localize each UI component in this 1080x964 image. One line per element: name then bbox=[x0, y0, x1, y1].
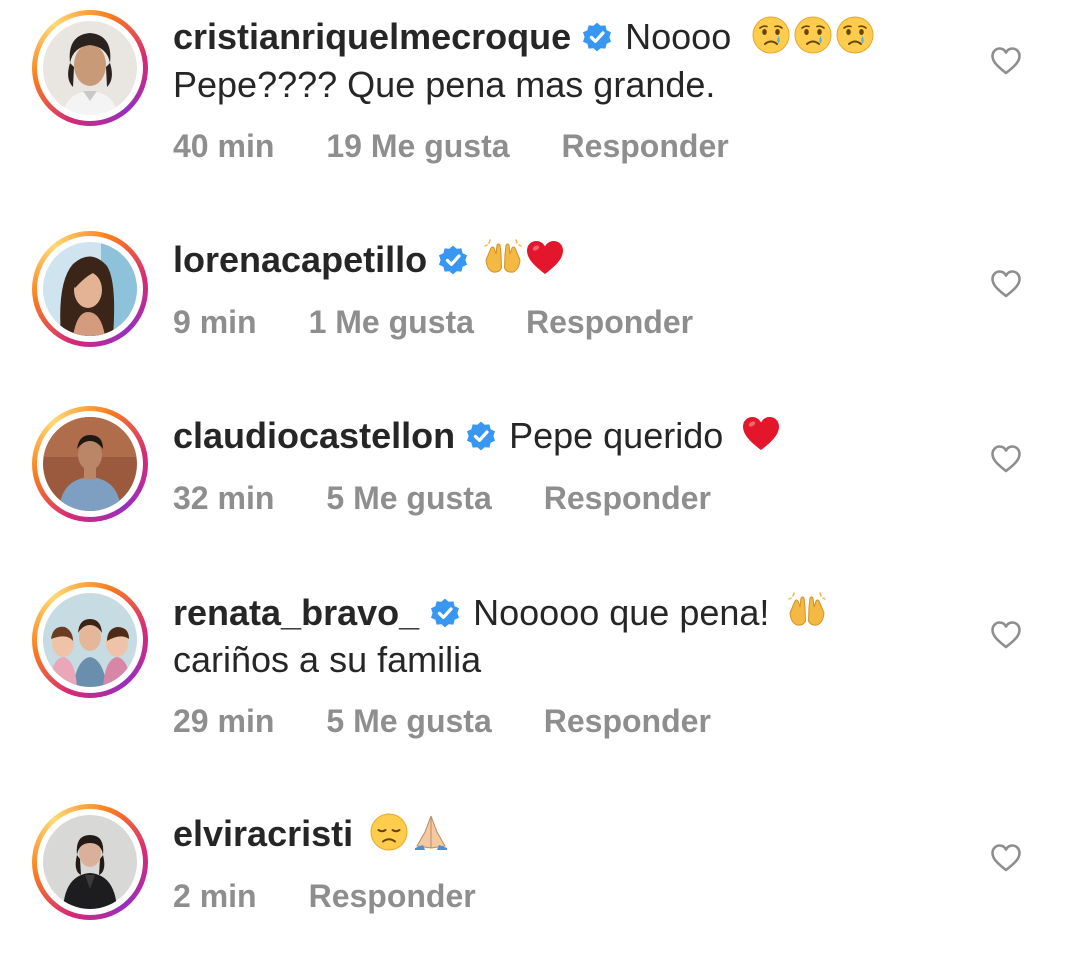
comment-time: 9 min bbox=[173, 304, 257, 340]
comment-meta: 32 min 5 Me gusta Responder bbox=[173, 478, 763, 518]
raising-hands-emoji bbox=[787, 591, 827, 631]
comment-username[interactable]: renata_bravo_ bbox=[173, 592, 419, 633]
comment-line: renata_bravo_ Nooooo que pena! bbox=[173, 590, 827, 636]
avatar-story-ring[interactable] bbox=[32, 406, 148, 522]
comment-line: elviracristi bbox=[173, 811, 451, 857]
comment-time: 2 min bbox=[173, 878, 257, 914]
red-heart-emoji bbox=[741, 414, 781, 454]
likes-count-link[interactable]: 5 Me gusta bbox=[326, 703, 491, 739]
comment-username[interactable]: lorenacapetillo bbox=[173, 239, 427, 280]
verified-badge-icon bbox=[465, 420, 497, 452]
avatar[interactable] bbox=[43, 815, 137, 909]
likes-count-link[interactable]: 19 Me gusta bbox=[326, 128, 509, 164]
verified-badge-icon bbox=[581, 21, 613, 53]
comment-meta: 9 min 1 Me gusta Responder bbox=[173, 302, 745, 342]
avatar-story-ring[interactable] bbox=[32, 804, 148, 920]
red-heart-emoji bbox=[525, 238, 565, 278]
reply-button[interactable]: Responder bbox=[544, 480, 711, 516]
reply-button[interactable]: Responder bbox=[562, 128, 729, 164]
verified-badge-icon bbox=[429, 597, 461, 629]
comment-meta: 2 min Responder bbox=[173, 876, 528, 916]
comment-text-continued: cariños a su familia bbox=[173, 639, 482, 680]
folded-hands-emoji bbox=[411, 812, 451, 852]
avatar[interactable] bbox=[43, 21, 137, 115]
crying-face-emoji bbox=[793, 15, 833, 55]
like-heart-icon[interactable] bbox=[990, 444, 1022, 474]
comment-text: Noooo bbox=[625, 16, 732, 57]
crying-face-emoji bbox=[835, 15, 875, 55]
comment-meta: 40 min 19 Me gusta Responder bbox=[173, 126, 781, 166]
crying-face-emoji bbox=[751, 15, 791, 55]
likes-count-link[interactable]: 1 Me gusta bbox=[309, 304, 474, 340]
raising-hands-emoji bbox=[483, 238, 523, 278]
comment-username[interactable]: elviracristi bbox=[173, 813, 353, 854]
reply-button[interactable]: Responder bbox=[526, 304, 693, 340]
disappointed-face-emoji bbox=[369, 812, 409, 852]
comment-meta: 29 min 5 Me gusta Responder bbox=[173, 701, 763, 741]
like-heart-icon[interactable] bbox=[990, 843, 1022, 873]
avatar-story-ring[interactable] bbox=[32, 231, 148, 347]
comment-text: Pepe querido bbox=[509, 415, 724, 456]
comment-username[interactable]: claudiocastellon bbox=[173, 415, 455, 456]
like-heart-icon[interactable] bbox=[990, 620, 1022, 650]
comment-text: Nooooo que pena! bbox=[473, 592, 770, 633]
avatar-story-ring[interactable] bbox=[32, 10, 148, 126]
reply-button[interactable]: Responder bbox=[309, 878, 476, 914]
comment-time: 40 min bbox=[173, 128, 275, 164]
comment-text-continued: Pepe???? Que pena mas grande. bbox=[173, 64, 716, 105]
comment-time: 32 min bbox=[173, 480, 275, 516]
reply-button[interactable]: Responder bbox=[544, 703, 711, 739]
like-heart-icon[interactable] bbox=[990, 269, 1022, 299]
comment-line: claudiocastellon Pepe querido bbox=[173, 413, 781, 459]
verified-badge-icon bbox=[437, 244, 469, 276]
avatar[interactable] bbox=[43, 242, 137, 336]
likes-count-link[interactable]: 5 Me gusta bbox=[326, 480, 491, 516]
comment-username[interactable]: cristianriquelmecroque bbox=[173, 16, 571, 57]
avatar[interactable] bbox=[43, 593, 137, 687]
comment-line: cristianriquelmecroque Noooo bbox=[173, 14, 875, 60]
comment-line: lorenacapetillo bbox=[173, 237, 565, 283]
like-heart-icon[interactable] bbox=[990, 46, 1022, 76]
avatar[interactable] bbox=[43, 417, 137, 511]
avatar-story-ring[interactable] bbox=[32, 582, 148, 698]
comment-time: 29 min bbox=[173, 703, 275, 739]
